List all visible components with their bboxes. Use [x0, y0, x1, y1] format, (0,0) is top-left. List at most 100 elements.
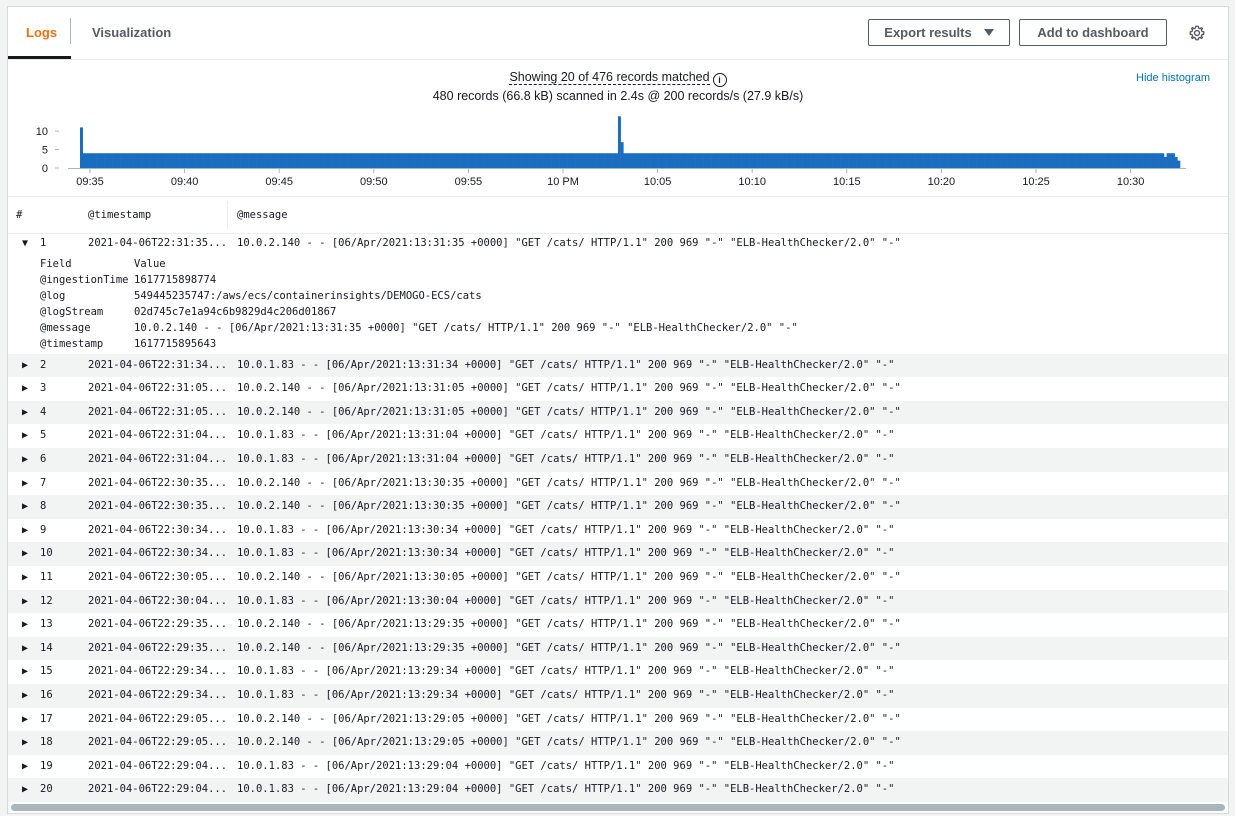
- histogram-bar[interactable]: [840, 153, 844, 168]
- histogram-bar[interactable]: [1030, 153, 1034, 168]
- histogram-bar[interactable]: [722, 153, 726, 168]
- histogram-bar[interactable]: [1134, 153, 1138, 168]
- histogram-bar[interactable]: [184, 153, 188, 168]
- histogram-bar[interactable]: [101, 153, 105, 168]
- histogram-bar[interactable]: [433, 153, 437, 168]
- histogram-bar[interactable]: [1145, 153, 1149, 168]
- histogram-bar[interactable]: [912, 153, 916, 168]
- expand-triangle-icon[interactable]: ▶: [22, 778, 28, 802]
- histogram-bar[interactable]: [232, 153, 236, 168]
- histogram-bar[interactable]: [283, 153, 287, 168]
- histogram-bar[interactable]: [96, 153, 100, 168]
- histogram-bar[interactable]: [593, 153, 597, 168]
- histogram-bar[interactable]: [342, 153, 346, 168]
- histogram-bar[interactable]: [200, 153, 204, 168]
- histogram-bar[interactable]: [866, 153, 870, 168]
- histogram-bar[interactable]: [625, 153, 629, 168]
- histogram-bar[interactable]: [203, 153, 207, 168]
- records-matched-text[interactable]: Showing 20 of 476 records matched: [509, 70, 710, 85]
- histogram-bar[interactable]: [245, 153, 249, 168]
- histogram-bar[interactable]: [473, 153, 477, 168]
- histogram-bar[interactable]: [778, 153, 782, 168]
- histogram-bar[interactable]: [417, 153, 421, 168]
- histogram-bar[interactable]: [154, 153, 158, 168]
- histogram-bar[interactable]: [719, 153, 723, 168]
- histogram-bar[interactable]: [125, 153, 129, 168]
- histogram-bar[interactable]: [398, 153, 402, 168]
- table-row[interactable]: ▶ 17 2021-04-06T22:29:05... 10.0.2.140 - - …: [8, 708, 1228, 732]
- expand-triangle-icon[interactable]: ▶: [22, 472, 28, 496]
- histogram-bar[interactable]: [596, 153, 600, 168]
- histogram-bar[interactable]: [1003, 153, 1007, 168]
- histogram-bar[interactable]: [1035, 153, 1039, 168]
- histogram-bar[interactable]: [275, 153, 279, 168]
- histogram-bar[interactable]: [385, 153, 389, 168]
- histogram-bar[interactable]: [716, 153, 720, 168]
- histogram-bar[interactable]: [478, 153, 482, 168]
- histogram-bar[interactable]: [794, 153, 798, 168]
- histogram-bar[interactable]: [529, 153, 533, 168]
- histogram-bar[interactable]: [845, 153, 849, 168]
- histogram-bar[interactable]: [347, 153, 351, 168]
- histogram-bar[interactable]: [1094, 153, 1098, 168]
- histogram-bar[interactable]: [1139, 153, 1143, 168]
- histogram-bar[interactable]: [280, 153, 284, 168]
- histogram-bar[interactable]: [259, 153, 263, 168]
- histogram-bar[interactable]: [253, 153, 257, 168]
- histogram-bar[interactable]: [770, 153, 774, 168]
- table-row[interactable]: ▶ 2 2021-04-06T22:31:34... 10.0.1.83 - - [0…: [8, 353, 1228, 378]
- histogram-bar[interactable]: [1102, 153, 1106, 168]
- histogram-bar[interactable]: [1024, 153, 1028, 168]
- histogram-bar[interactable]: [631, 153, 635, 168]
- histogram-bar[interactable]: [907, 153, 910, 168]
- histogram-bar[interactable]: [489, 153, 493, 168]
- histogram-bar[interactable]: [829, 153, 833, 168]
- histogram-bar[interactable]: [310, 153, 314, 168]
- histogram-bar[interactable]: [128, 153, 132, 168]
- histogram-bar[interactable]: [1059, 153, 1063, 168]
- histogram-bar[interactable]: [700, 153, 704, 168]
- expand-triangle-icon[interactable]: ▶: [22, 708, 28, 732]
- table-row[interactable]: ▶ 18 2021-04-06T22:29:05... 10.0.2.140 - - …: [8, 731, 1228, 755]
- histogram-bar[interactable]: [1129, 153, 1133, 168]
- histogram-bar[interactable]: [454, 153, 458, 168]
- histogram-bar[interactable]: [564, 153, 568, 168]
- histogram-bar[interactable]: [532, 153, 536, 168]
- histogram-bar[interactable]: [419, 153, 423, 168]
- histogram-bar[interactable]: [1051, 153, 1055, 168]
- histogram-bar[interactable]: [604, 153, 608, 168]
- histogram-bar[interactable]: [1062, 153, 1066, 168]
- histogram-bar[interactable]: [575, 153, 579, 168]
- histogram-bar[interactable]: [1137, 153, 1141, 168]
- histogram-bar[interactable]: [668, 153, 672, 168]
- export-results-button[interactable]: Export results: [868, 19, 1010, 46]
- histogram-bar[interactable]: [112, 153, 116, 168]
- histogram-bar[interactable]: [486, 153, 490, 168]
- histogram-bar[interactable]: [963, 153, 967, 168]
- histogram-bar[interactable]: [1169, 153, 1173, 168]
- histogram-bar[interactable]: [494, 153, 498, 168]
- histogram-bar[interactable]: [647, 153, 651, 168]
- column-header-message[interactable]: @message: [237, 197, 288, 233]
- histogram-bar[interactable]: [746, 153, 750, 168]
- histogram-bar[interactable]: [422, 153, 426, 168]
- histogram-bar[interactable]: [120, 153, 124, 168]
- histogram-bar[interactable]: [775, 153, 779, 168]
- histogram-bar[interactable]: [516, 153, 520, 168]
- expand-triangle-icon[interactable]: ▶: [22, 542, 28, 566]
- histogram-bar[interactable]: [569, 153, 573, 168]
- histogram-bar[interactable]: [834, 153, 838, 168]
- histogram-bar[interactable]: [615, 153, 619, 168]
- histogram-bar[interactable]: [331, 153, 335, 168]
- histogram-bar[interactable]: [853, 153, 857, 168]
- histogram-bar[interactable]: [955, 153, 959, 168]
- histogram-bar[interactable]: [898, 153, 902, 168]
- histogram-bar[interactable]: [928, 153, 932, 168]
- histogram-bar[interactable]: [915, 153, 919, 168]
- histogram-bar[interactable]: [390, 153, 394, 168]
- expand-triangle-icon[interactable]: ▶: [22, 424, 28, 448]
- histogram-bar[interactable]: [663, 153, 667, 168]
- histogram-bar[interactable]: [1142, 153, 1146, 168]
- histogram-bar[interactable]: [620, 142, 624, 168]
- histogram-bar[interactable]: [427, 153, 431, 168]
